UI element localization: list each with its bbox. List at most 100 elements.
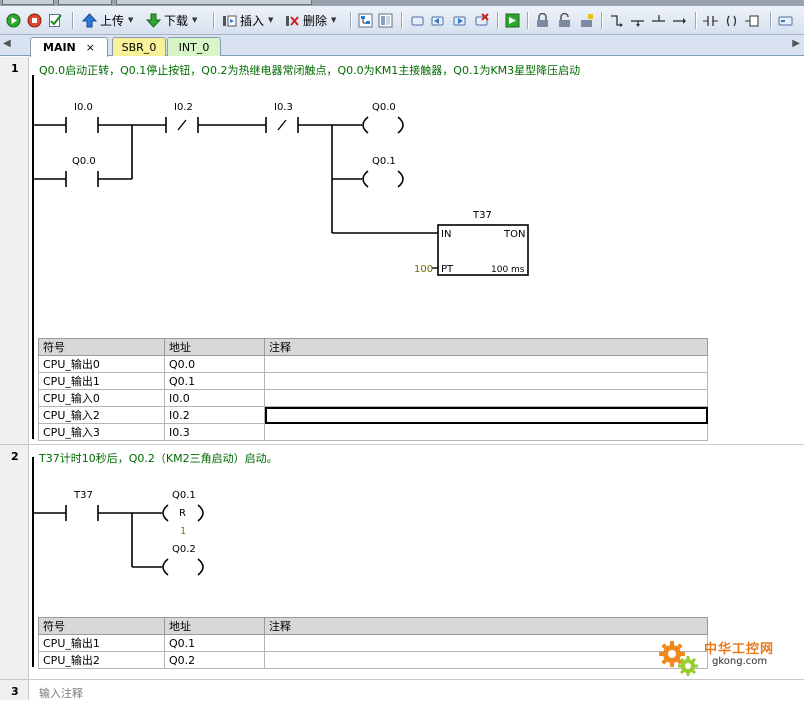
column-header-address[interactable]: 地址 [164, 617, 265, 635]
contact-t37[interactable]: T37 [33, 490, 162, 521]
tab-sbr-label: SBR_0 [121, 40, 157, 54]
coil-label: Q0.0 [372, 102, 396, 113]
window-tab-stub[interactable] [58, 0, 112, 5]
protect-button[interactable] [579, 11, 594, 29]
table-row[interactable]: CPU_输出2 Q0.2 [38, 651, 708, 669]
symbol-cell[interactable]: CPU_输出2 [38, 651, 165, 669]
column-header-address[interactable]: 地址 [164, 338, 265, 356]
insert-button[interactable]: 插入 ▼ [222, 11, 273, 29]
symbol-table: 符号 地址 注释 CPU_输出1 Q0.1 CPU_输出2 Q0.2 [38, 617, 708, 669]
branch-down-button[interactable] [609, 11, 624, 29]
compare-button[interactable] [378, 11, 393, 29]
column-header-comment[interactable]: 注释 [264, 338, 708, 356]
address-cell[interactable]: Q0.1 [164, 634, 265, 652]
address-cell[interactable]: I0.0 [164, 389, 265, 407]
download-label: 下载 [164, 13, 189, 28]
coil-q0-0[interactable]: Q0.0 [362, 102, 404, 134]
comment-cell[interactable] [264, 634, 708, 652]
contact-i0-3-nc[interactable]: I0.3 [198, 102, 299, 133]
tab-scroll-right-icon[interactable]: ▶ [792, 38, 800, 49]
dropdown-arrow-icon[interactable]: ▼ [128, 16, 133, 24]
network-number[interactable]: 2 [11, 450, 19, 463]
unlock-button[interactable] [557, 11, 572, 29]
prev-bookmark-button[interactable] [430, 11, 445, 29]
contact-i0-2-nc[interactable]: I0.2 [132, 102, 199, 133]
table-row[interactable]: CPU_输出0 Q0.0 [38, 355, 708, 373]
symbol-cell[interactable]: CPU_输入2 [38, 406, 165, 424]
dropdown-arrow-icon[interactable]: ▼ [192, 16, 197, 24]
upload-button[interactable]: 上传 ▼ [82, 11, 133, 29]
download-button[interactable]: 下载 ▼ [146, 11, 197, 29]
tab-int-0[interactable]: INT_0 [167, 37, 221, 56]
symbol-cell[interactable]: CPU_输入3 [38, 423, 165, 441]
address-cell[interactable]: Q0.2 [164, 651, 265, 669]
insert-coil-button[interactable] [724, 11, 739, 29]
timer-in: IN [441, 229, 451, 240]
bookmark-button[interactable] [410, 11, 425, 29]
go-to-button[interactable] [505, 11, 520, 29]
lock-button[interactable] [535, 11, 550, 29]
column-header-symbol[interactable]: 符号 [38, 338, 165, 356]
symbol-cell[interactable]: CPU_输出1 [38, 634, 165, 652]
toolbar: 上传 ▼ 下载 ▼ 插入 ▼ 删除 ▼ [0, 6, 804, 35]
network-comment-placeholder[interactable]: 输入注释 [39, 685, 83, 701]
address-cell[interactable]: I0.2 [164, 406, 265, 424]
prev-bookmark-icon [431, 16, 444, 25]
comment-cell[interactable] [264, 372, 708, 390]
dropdown-arrow-icon[interactable]: ▼ [331, 16, 336, 24]
next-bookmark-button[interactable] [452, 11, 467, 29]
compile-button[interactable] [48, 11, 63, 29]
timer-t37[interactable]: T37 IN TON PT 100 ms [437, 210, 529, 276]
contact-icon [703, 15, 718, 26]
coil-q0-2[interactable]: Q0.2 [162, 544, 204, 576]
timer-name: T37 [472, 210, 492, 221]
column-header-comment[interactable]: 注释 [264, 617, 708, 635]
branch-up-button[interactable] [630, 11, 645, 29]
table-row[interactable]: CPU_输入3 I0.3 [38, 423, 708, 441]
address-cell[interactable]: Q0.1 [164, 372, 265, 390]
ladder-editor[interactable]: 1 Q0.0启动正转，Q0.1停止按钮，Q0.2为热继电器常闭触点，Q0.0为K… [0, 57, 804, 700]
contact-q0-0-parallel[interactable]: Q0.0 [33, 125, 133, 187]
insert-box-button[interactable] [745, 11, 760, 29]
run-button[interactable] [6, 11, 21, 29]
coil-q0-1[interactable]: Q0.1 [362, 156, 404, 188]
address-cell[interactable]: Q0.0 [164, 355, 265, 373]
window-tab-stub[interactable] [2, 0, 54, 5]
stop-button[interactable] [27, 11, 42, 29]
line-right-button[interactable] [672, 11, 687, 29]
contact-i0-0[interactable]: I0.0 [33, 102, 132, 133]
tab-scroll-left-icon[interactable]: ◀ [3, 38, 11, 49]
comment-cell[interactable] [264, 651, 708, 669]
table-row[interactable]: CPU_输入2 I0.2 [38, 406, 708, 424]
delete-button[interactable]: 删除 ▼ [285, 11, 336, 29]
symbol-cell[interactable]: CPU_输出1 [38, 372, 165, 390]
close-icon[interactable]: × [86, 41, 95, 54]
window-tab-stub[interactable] [116, 0, 312, 5]
watermark-url: gkong.com [712, 656, 768, 667]
tab-main[interactable]: MAIN × [30, 37, 108, 57]
comment-cell[interactable] [264, 389, 708, 407]
symbol-cell[interactable]: CPU_输出0 [38, 355, 165, 373]
remove-bookmarks-button[interactable] [474, 11, 489, 29]
reset-count[interactable]: 1 [180, 526, 186, 537]
comment-toggle-button[interactable] [778, 11, 793, 29]
network-view-button[interactable] [358, 11, 373, 29]
comment-cell[interactable] [264, 423, 708, 441]
column-header-symbol[interactable]: 符号 [38, 617, 165, 635]
table-row[interactable]: CPU_输出1 Q0.1 [38, 634, 708, 652]
line-up-button[interactable] [651, 11, 666, 29]
table-row[interactable]: CPU_输出1 Q0.1 [38, 372, 708, 390]
tab-sbr-0[interactable]: SBR_0 [112, 37, 166, 56]
table-row[interactable]: CPU_输入0 I0.0 [38, 389, 708, 407]
symbol-cell[interactable]: CPU_输入0 [38, 389, 165, 407]
dropdown-arrow-icon[interactable]: ▼ [268, 16, 273, 24]
coil-q0-1-reset[interactable]: Q0.1 R 1 [162, 490, 204, 537]
network-comment[interactable]: T37计时10秒后，Q0.2（KM2三角启动）启动。 [39, 450, 278, 466]
network-number[interactable]: 3 [11, 685, 19, 698]
address-cell[interactable]: I0.3 [164, 423, 265, 441]
compile-check-icon [49, 13, 62, 27]
insert-contact-button[interactable] [703, 11, 718, 29]
comment-cell[interactable] [264, 355, 708, 373]
comment-cell-selected[interactable] [264, 406, 708, 424]
timer-preset[interactable]: 100 [414, 264, 433, 275]
